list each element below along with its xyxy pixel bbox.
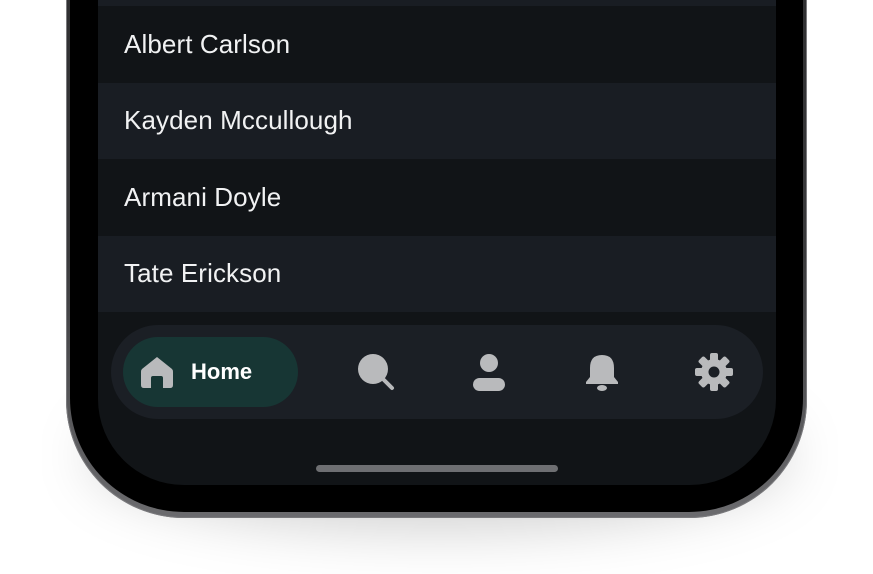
- list-item[interactable]: Kayden Mccullough: [98, 82, 776, 159]
- gear-icon: [694, 352, 734, 392]
- phone-screen: Albert Carlson Kayden Mccullough Armani …: [98, 0, 776, 485]
- nav-search-button[interactable]: [351, 337, 401, 407]
- app-screenshot: Albert Carlson Kayden Mccullough Armani …: [0, 0, 873, 574]
- nav-settings-button[interactable]: [689, 337, 739, 407]
- nav-notifications-button[interactable]: [577, 337, 627, 407]
- contact-name: Albert Carlson: [124, 28, 291, 59]
- bell-icon: [584, 352, 620, 392]
- search-icon: [356, 352, 396, 392]
- contact-name: Kayden Mccullough: [124, 105, 353, 136]
- list-item[interactable]: Armani Doyle: [98, 159, 776, 236]
- list-item[interactable]: Tate Erickson: [98, 235, 776, 312]
- list-item[interactable]: Albert Carlson: [98, 6, 776, 83]
- bottom-navigation: Home: [111, 325, 763, 419]
- nav-home-label: Home: [191, 359, 253, 384]
- contact-name: Tate Erickson: [124, 258, 282, 289]
- home-icon: [139, 354, 175, 390]
- profile-icon: [472, 352, 506, 392]
- contact-name: Armani Doyle: [124, 181, 282, 212]
- contact-list: Albert Carlson Kayden Mccullough Armani …: [98, 0, 776, 312]
- nav-profile-button[interactable]: [464, 337, 514, 407]
- home-indicator[interactable]: [316, 465, 558, 472]
- nav-home-button[interactable]: Home: [123, 337, 298, 407]
